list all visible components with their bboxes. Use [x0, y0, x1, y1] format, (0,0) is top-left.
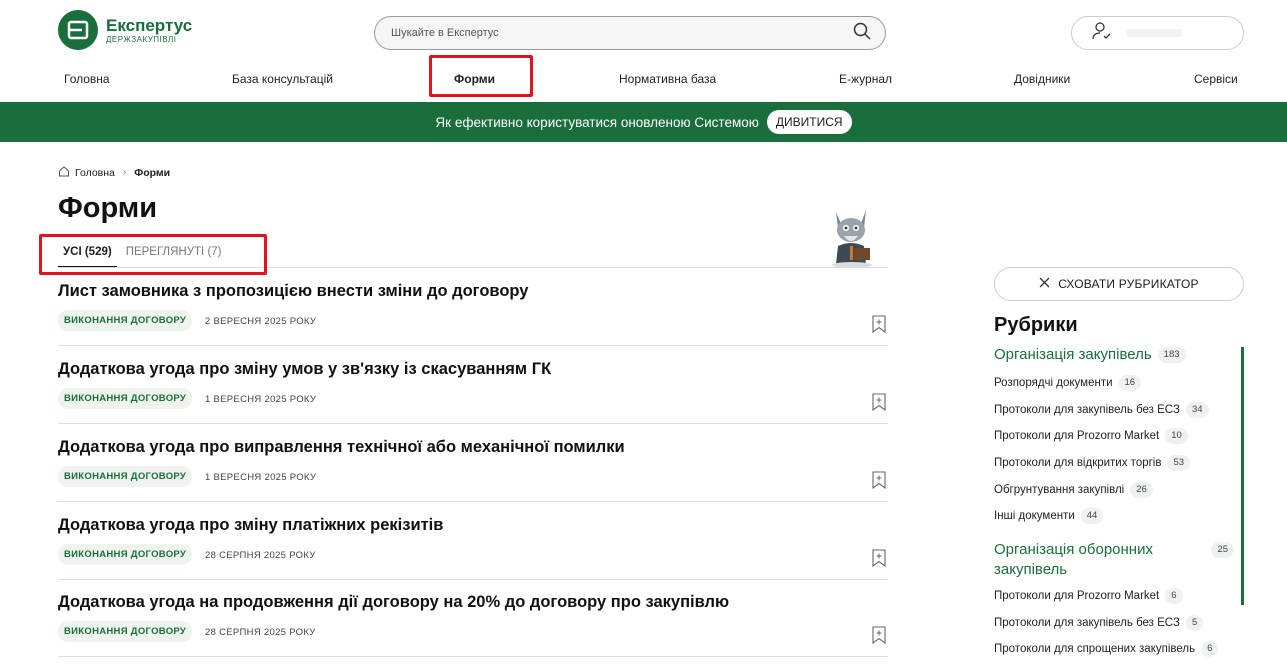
chevron-right-icon: ›	[122, 167, 127, 178]
rubric-count: 183	[1157, 346, 1186, 363]
list-item[interactable]: Додаткова угода про зміну умов у зв'язку…	[58, 346, 888, 424]
item-category-tag[interactable]: ВИКОНАННЯ ДОГОВОРУ	[58, 621, 193, 642]
item-category-tag[interactable]: ВИКОНАННЯ ДОГОВОРУ	[58, 388, 193, 409]
rubric-label[interactable]: Організація закупівель	[994, 346, 1152, 363]
item-title[interactable]: Додаткова угода про зміну платіжних рекі…	[58, 516, 443, 535]
rubric-count: 6	[1201, 641, 1219, 657]
item-title[interactable]: Додаткова угода на продовження дії догов…	[58, 593, 729, 612]
rubric-group[interactable]: Організація оборонних закупівель 25	[994, 540, 1234, 580]
item-category-tag[interactable]: ВИКОНАННЯ ДОГОВОРУ	[58, 310, 193, 331]
rubric-label[interactable]: Протоколи для відкритих торгів	[994, 457, 1161, 469]
breadcrumb-current: Форми	[134, 166, 171, 179]
nav-item-services[interactable]: Сервіси	[1194, 64, 1238, 94]
wolf-mascot-image	[826, 202, 878, 268]
rubric-label[interactable]: Протоколи для Prozorro Market	[994, 430, 1159, 442]
list-item[interactable]: Додаткова угода про зміну платіжних рекі…	[58, 502, 888, 580]
promo-banner: Як ефективно користуватися оновленою Сис…	[0, 102, 1287, 142]
rubric-count: 16	[1118, 375, 1142, 391]
rubric-count: 6	[1165, 588, 1183, 604]
hide-rubricator-button[interactable]: СХОВАТИ РУБРИКАТОР	[994, 267, 1244, 301]
bookmark-add-icon[interactable]	[872, 626, 886, 645]
banner-watch-button[interactable]: ДИВИТИСЯ	[766, 110, 852, 134]
list-item[interactable]: Додаткова угода про виправлення технічно…	[58, 424, 888, 502]
item-category-tag[interactable]: ВИКОНАННЯ ДОГОВОРУ	[58, 544, 193, 565]
item-title[interactable]: Лист замовника з пропозицією внести змін…	[58, 282, 528, 301]
search-bar[interactable]	[374, 16, 886, 50]
item-date: 28 СЕРПНЯ 2025 РОКУ	[205, 550, 316, 561]
bookmark-add-icon[interactable]	[872, 315, 886, 334]
breadcrumb-home[interactable]: Головна	[75, 167, 115, 179]
rubric-count: 34	[1185, 402, 1209, 418]
breadcrumb: Головна › Форми	[58, 165, 170, 180]
rubric-item[interactable]: Інші документи 44	[994, 508, 1104, 524]
list-item[interactable]: Додаткова угода на продовження дії догов…	[58, 579, 888, 657]
rubrics-scroll-indicator[interactable]	[1241, 347, 1244, 605]
page-title: Форми	[58, 192, 158, 224]
item-title[interactable]: Додаткова угода про зміну умов у зв'язку…	[58, 360, 551, 379]
rubric-count: 25	[1211, 542, 1234, 558]
rubric-label[interactable]: Протоколи для закупівель без ЕСЗ	[994, 404, 1180, 416]
rubric-count: 44	[1080, 508, 1104, 524]
banner-text: Як ефективно користуватися оновленою Сис…	[435, 114, 759, 130]
logo[interactable]: Експертус ДЕРЖЗАКУПІВЛІ	[58, 10, 192, 50]
search-input[interactable]	[391, 27, 791, 39]
logo-mark-icon	[58, 10, 98, 50]
rubric-count: 5	[1185, 615, 1204, 631]
rubric-label[interactable]: Інші документи	[994, 510, 1075, 522]
item-category-tag[interactable]: ВИКОНАННЯ ДОГОВОРУ	[58, 466, 193, 487]
item-date: 1 ВЕРЕСНЯ 2025 РОКУ	[205, 472, 317, 483]
nav-item-regulatory[interactable]: Нормативна база	[619, 64, 716, 94]
rubric-item[interactable]: Протоколи для відкритих торгів 53	[994, 455, 1191, 471]
rubric-group[interactable]: Організація закупівель 183	[994, 346, 1186, 363]
bookmark-add-icon[interactable]	[872, 393, 886, 412]
user-name-placeholder	[1126, 29, 1182, 37]
item-date: 2 ВЕРЕСНЯ 2025 РОКУ	[205, 316, 317, 327]
bookmark-add-icon[interactable]	[872, 471, 886, 490]
search-icon[interactable]	[853, 22, 871, 45]
item-title[interactable]: Додаткова угода про виправлення технічно…	[58, 438, 625, 457]
rubric-item[interactable]: Протоколи для Prozorro Market 10	[994, 428, 1188, 444]
close-icon	[1039, 277, 1050, 291]
rubric-label[interactable]: Протоколи для Prozorro Market	[994, 590, 1159, 602]
rubric-count: 10	[1165, 428, 1188, 444]
rubric-count: 26	[1130, 482, 1153, 498]
rubric-count: 53	[1167, 455, 1191, 471]
rubric-label[interactable]: Організація оборонних закупівель	[994, 540, 1194, 580]
rubric-item[interactable]: Протоколи для Prozorro Market 6	[994, 588, 1183, 604]
rubric-item[interactable]: Протоколи для закупівель без ЕСЗ 5	[994, 615, 1204, 631]
list-item[interactable]: Лист замовника з пропозицією внести змін…	[58, 268, 888, 346]
nav-item-references[interactable]: Довідники	[1014, 64, 1070, 94]
main-nav: Головна База консультацій Форми Норматив…	[58, 64, 1244, 94]
rubric-label[interactable]: Протоколи для закупівель без ЕСЗ	[994, 617, 1180, 629]
highlight-box-forms-nav	[429, 55, 533, 97]
rubric-label[interactable]: Розпорядчі документи	[994, 377, 1113, 389]
rubric-label[interactable]: Обгрунтування закупівлі	[994, 484, 1124, 496]
nav-item-ejournal[interactable]: Е-журнал	[839, 64, 892, 94]
item-date: 1 ВЕРЕСНЯ 2025 РОКУ	[205, 394, 317, 405]
hide-rubricator-label: СХОВАТИ РУБРИКАТОР	[1058, 277, 1199, 291]
rubric-item[interactable]: Протоколи для закупівель без ЕСЗ 34	[994, 402, 1209, 418]
home-icon[interactable]	[58, 165, 70, 180]
bookmark-add-icon[interactable]	[872, 549, 886, 568]
rubric-item[interactable]: Розпорядчі документи 16	[994, 375, 1142, 391]
rubric-item[interactable]: Обгрунтування закупівлі 26	[994, 482, 1153, 498]
item-date: 28 СЕРПНЯ 2025 РОКУ	[205, 627, 316, 638]
rubrics-title: Рубрики	[994, 314, 1078, 336]
logo-subtitle: ДЕРЖЗАКУПІВЛІ	[106, 34, 177, 44]
nav-item-home[interactable]: Головна	[64, 64, 110, 94]
user-icon	[1092, 21, 1112, 46]
nav-item-consultations[interactable]: База консультацій	[232, 64, 333, 94]
rubric-label[interactable]: Протоколи для спрощених закупівель	[994, 643, 1195, 655]
user-account-button[interactable]	[1071, 16, 1244, 50]
rubric-item[interactable]: Протоколи для спрощених закупівель 6	[994, 641, 1219, 657]
logo-name: Експертус	[106, 15, 193, 35]
